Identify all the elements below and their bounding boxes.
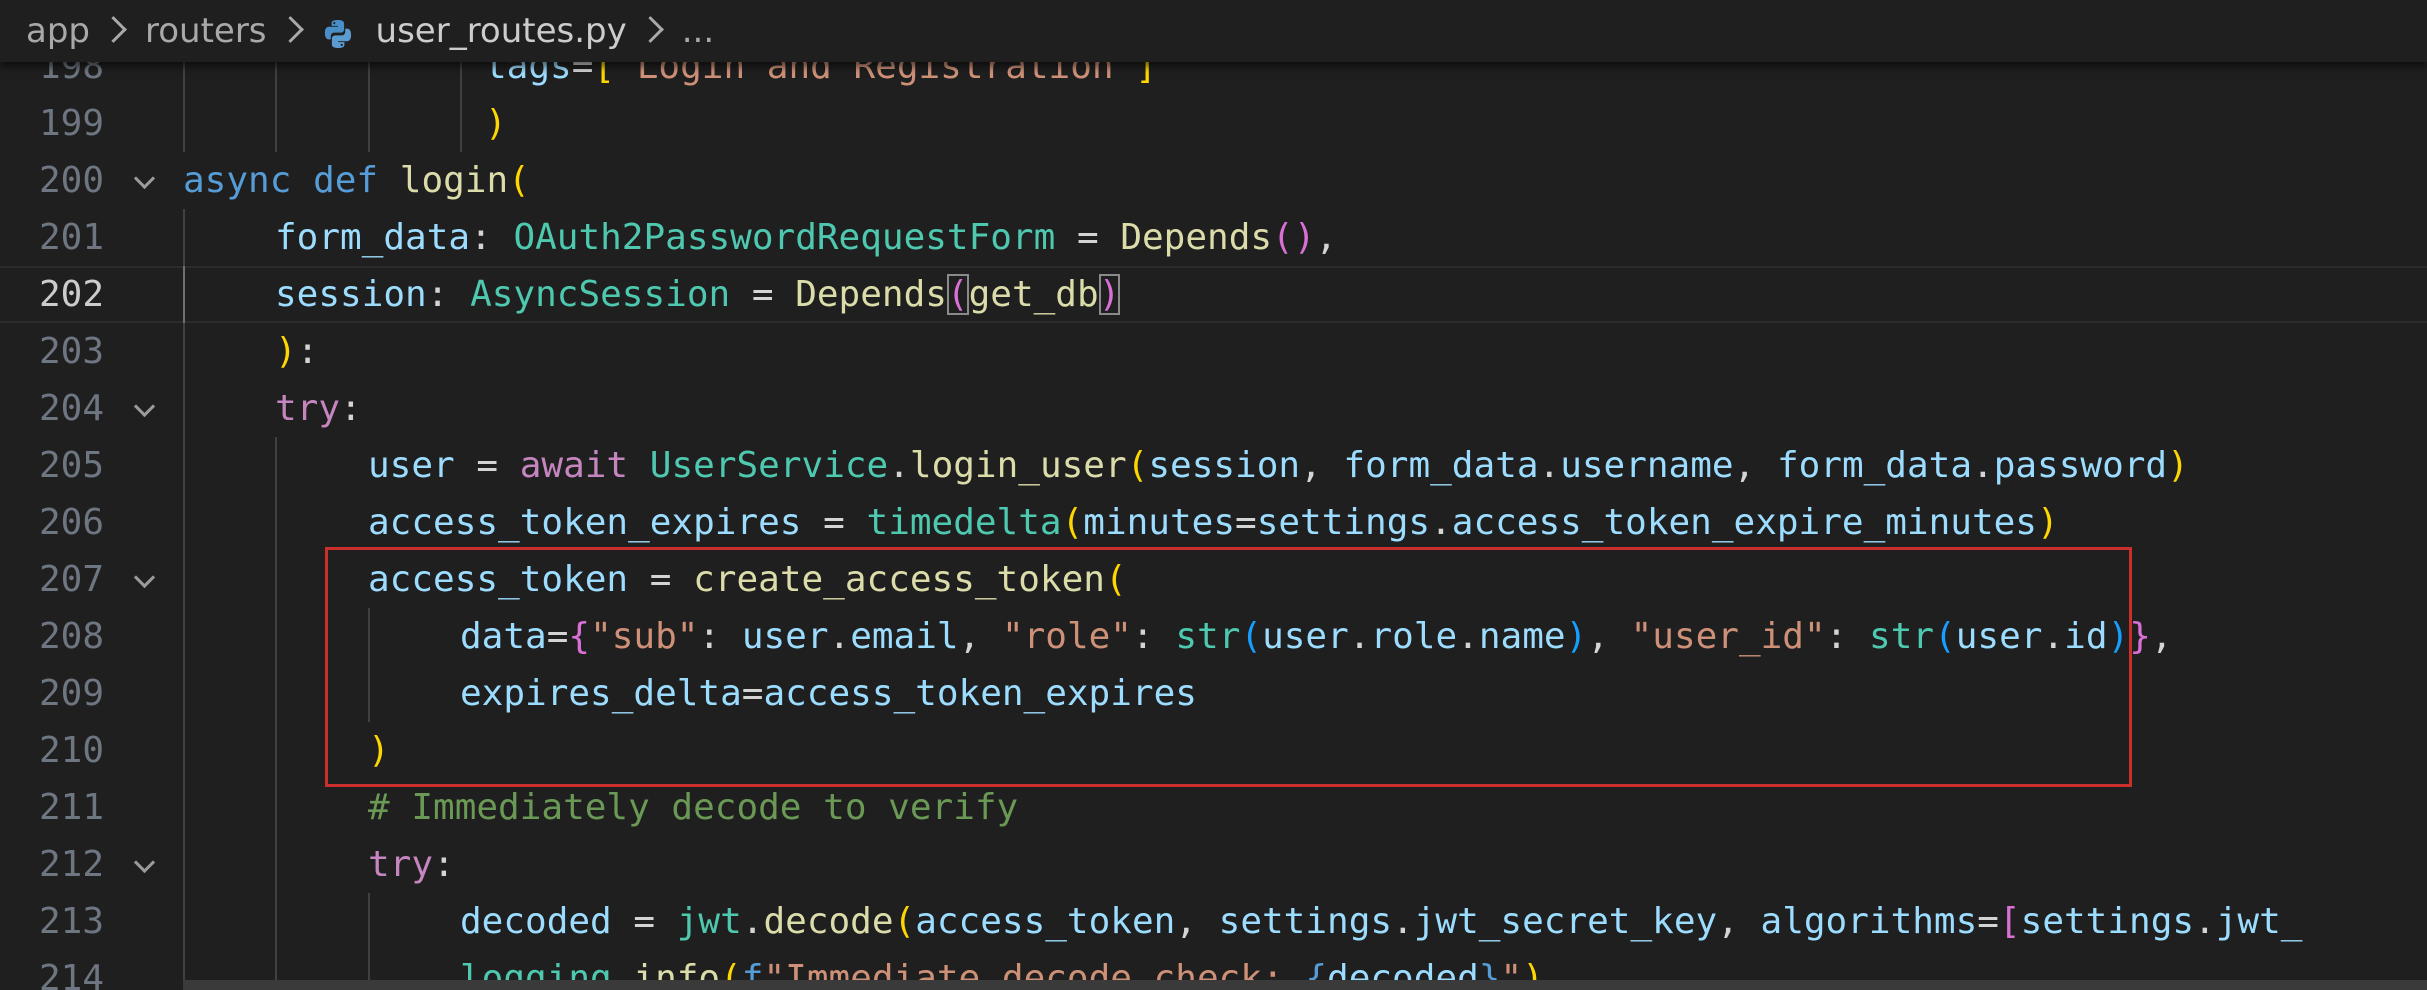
chevron-right-icon bbox=[636, 15, 664, 43]
breadcrumb-segment-app[interactable]: app bbox=[26, 11, 90, 51]
line-number: 201 bbox=[38, 217, 104, 258]
code-text: access_token = create_access_token( bbox=[368, 559, 1127, 600]
line-number: 208 bbox=[38, 616, 104, 657]
chevron-down-icon[interactable] bbox=[133, 167, 156, 190]
code-text: expires_delta=access_token_expires bbox=[460, 673, 1197, 714]
chevron-right-icon bbox=[100, 15, 127, 43]
indent-guide bbox=[183, 836, 185, 893]
indent-guide bbox=[183, 665, 185, 722]
code-text: session: AsyncSession = Depends(get_db) bbox=[275, 274, 1121, 315]
code-text: user = await UserService.login_user(sess… bbox=[368, 445, 2189, 486]
indent-guide bbox=[275, 836, 277, 893]
indent-guide bbox=[183, 380, 185, 437]
code-editor[interactable]: 198 tags=["Login and Registration"] 199 … bbox=[0, 0, 2427, 990]
indent-guide bbox=[183, 779, 185, 836]
indent-guide bbox=[275, 494, 277, 551]
indent-guide bbox=[275, 437, 277, 494]
indent-guide bbox=[275, 893, 277, 950]
code-line-204[interactable]: 204 try: bbox=[0, 380, 2427, 437]
indent-guide bbox=[183, 266, 185, 323]
breadcrumb-segment-routers[interactable]: routers bbox=[145, 11, 267, 51]
editor-window: app routers user_routes.py ... 198 tags=… bbox=[0, 0, 2427, 990]
line-number: 199 bbox=[38, 103, 104, 144]
code-text: try: bbox=[368, 844, 455, 885]
indent-guide bbox=[275, 665, 277, 722]
code-line-209[interactable]: 209 expires_delta=access_token_expires bbox=[0, 665, 2427, 722]
chevron-right-icon bbox=[276, 15, 304, 43]
line-number: 200 bbox=[38, 160, 104, 201]
code-comment: # Immediately decode to verify bbox=[368, 787, 1019, 828]
line-number: 213 bbox=[38, 901, 104, 942]
indent-guide bbox=[183, 893, 185, 950]
code-text: ) bbox=[368, 730, 390, 771]
chevron-down-icon[interactable] bbox=[133, 566, 156, 589]
line-number: 204 bbox=[38, 388, 104, 429]
line-number: 209 bbox=[38, 673, 104, 714]
chevron-down-icon[interactable] bbox=[133, 395, 156, 418]
indent-guide bbox=[275, 722, 277, 779]
line-number: 214 bbox=[38, 958, 104, 990]
code-line-203[interactable]: 203 ): bbox=[0, 323, 2427, 380]
line-number: 212 bbox=[38, 844, 104, 885]
line-number: 210 bbox=[38, 730, 104, 771]
breadcrumb: app routers user_routes.py ... bbox=[0, 0, 2427, 62]
indent-guide bbox=[368, 665, 370, 722]
code-line-200[interactable]: 200 async def login( bbox=[0, 152, 2427, 209]
line-number: 202 bbox=[38, 274, 104, 315]
indent-guide bbox=[183, 551, 185, 608]
indent-guide bbox=[183, 209, 185, 266]
code-text: try: bbox=[275, 388, 362, 429]
indent-guide bbox=[460, 95, 462, 152]
code-line-208[interactable]: 208 data={"sub": user.email, "role": str… bbox=[0, 608, 2427, 665]
indent-guide bbox=[183, 437, 185, 494]
code-text: access_token_expires = timedelta(minutes… bbox=[368, 502, 2059, 543]
indent-guide bbox=[275, 779, 277, 836]
line-number: 203 bbox=[38, 331, 104, 372]
line-number: 207 bbox=[38, 559, 104, 600]
indent-guide bbox=[368, 608, 370, 665]
code-line-207[interactable]: 207 access_token = create_access_token( bbox=[0, 551, 2427, 608]
code-text: async def login( bbox=[183, 160, 530, 201]
indent-guide bbox=[368, 893, 370, 950]
breadcrumb-more[interactable]: ... bbox=[682, 11, 714, 51]
chevron-down-icon[interactable] bbox=[133, 851, 156, 874]
code-line-199[interactable]: 199 ) bbox=[0, 95, 2427, 152]
code-line-205[interactable]: 205 user = await UserService.login_user(… bbox=[0, 437, 2427, 494]
indent-guide bbox=[275, 95, 277, 152]
indent-guide bbox=[183, 494, 185, 551]
indent-guide bbox=[275, 551, 277, 608]
code-line-212[interactable]: 212 try: bbox=[0, 836, 2427, 893]
line-number: 205 bbox=[38, 445, 104, 486]
line-number: 206 bbox=[38, 502, 104, 543]
code-line-202[interactable]: 202 session: AsyncSession = Depends(get_… bbox=[0, 266, 2427, 323]
indent-guide bbox=[183, 95, 185, 152]
code-line-211[interactable]: 211 # Immediately decode to verify bbox=[0, 779, 2427, 836]
indent-guide bbox=[183, 608, 185, 665]
code-line-210[interactable]: 210 ) bbox=[0, 722, 2427, 779]
code-text: ): bbox=[275, 331, 319, 372]
code-line-213[interactable]: 213 decoded = jwt.decode(access_token, s… bbox=[0, 893, 2427, 950]
indent-guide bbox=[183, 722, 185, 779]
code-text: form_data: OAuth2PasswordRequestForm = D… bbox=[275, 217, 1338, 258]
code-line-206[interactable]: 206 access_token_expires = timedelta(min… bbox=[0, 494, 2427, 551]
indent-guide bbox=[275, 608, 277, 665]
python-icon bbox=[322, 18, 354, 50]
line-number: 211 bbox=[38, 787, 104, 828]
horizontal-scrollbar[interactable] bbox=[183, 980, 2427, 990]
code-text: decoded = jwt.decode(access_token, setti… bbox=[460, 901, 2303, 942]
indent-guide bbox=[368, 95, 370, 152]
code-text: data={"sub": user.email, "role": str(use… bbox=[460, 616, 2173, 657]
code-line-201[interactable]: 201 form_data: OAuth2PasswordRequestForm… bbox=[0, 209, 2427, 266]
indent-guide bbox=[183, 323, 185, 380]
code-text: ) bbox=[485, 103, 507, 144]
breadcrumb-file[interactable]: user_routes.py bbox=[376, 11, 627, 51]
